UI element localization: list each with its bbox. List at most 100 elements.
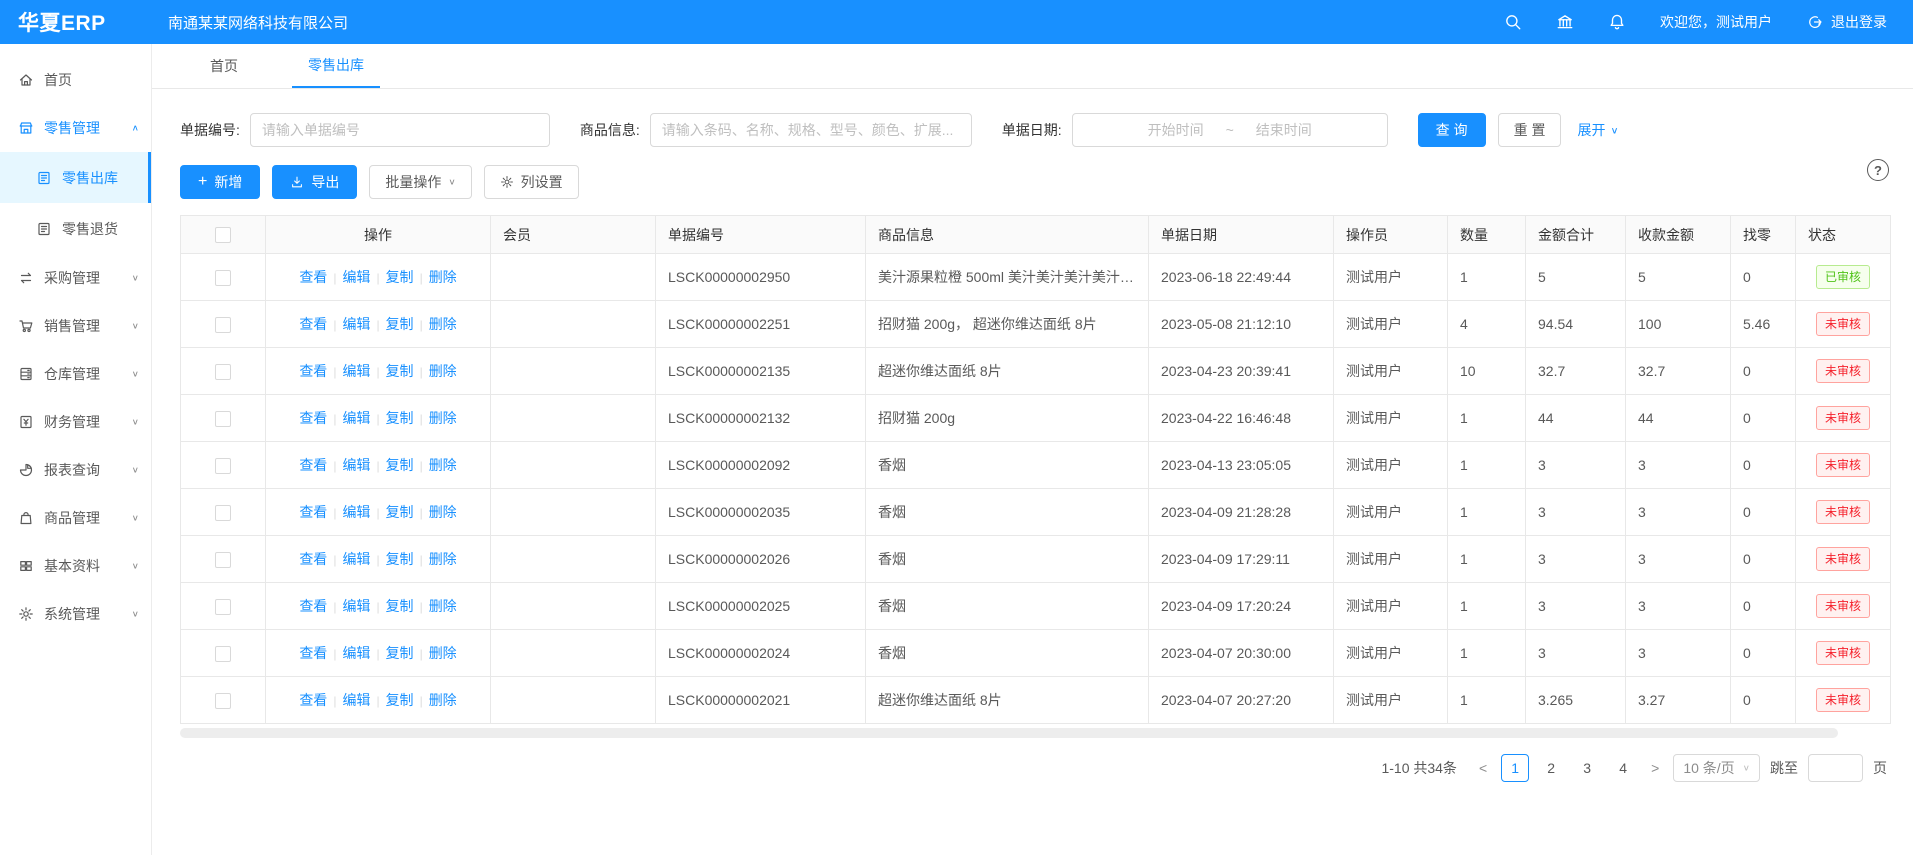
jump-page-input[interactable] xyxy=(1808,754,1863,782)
edit-link[interactable]: 编辑 xyxy=(342,363,370,379)
sidebar-item-finance-management[interactable]: 财务管理 ∨ xyxy=(0,398,151,446)
scrollbar-thumb[interactable] xyxy=(180,728,1838,738)
copy-link[interactable]: 复制 xyxy=(386,504,414,520)
row-checkbox[interactable] xyxy=(215,693,231,709)
delete-link[interactable]: 删除 xyxy=(429,363,457,379)
row-checkbox[interactable] xyxy=(215,364,231,380)
search-icon[interactable] xyxy=(1504,13,1522,31)
view-link[interactable]: 查看 xyxy=(299,598,327,614)
bill-no-input[interactable] xyxy=(250,113,550,147)
sidebar-item-base-data[interactable]: 基本资料 ∨ xyxy=(0,542,151,590)
view-link[interactable]: 查看 xyxy=(299,316,327,332)
select-all-checkbox[interactable] xyxy=(215,227,231,243)
edit-link[interactable]: 编辑 xyxy=(342,645,370,661)
edit-link[interactable]: 编辑 xyxy=(342,457,370,473)
copy-link[interactable]: 复制 xyxy=(386,316,414,332)
view-link[interactable]: 查看 xyxy=(299,504,327,520)
member-cell xyxy=(491,489,656,536)
edit-link[interactable]: 编辑 xyxy=(342,410,370,426)
view-link[interactable]: 查看 xyxy=(299,457,327,473)
view-link[interactable]: 查看 xyxy=(299,269,327,285)
logout-button[interactable]: 退出登录 xyxy=(1806,12,1887,32)
copy-link[interactable]: 复制 xyxy=(386,645,414,661)
product-info-input[interactable] xyxy=(650,113,972,147)
sidebar-item-home[interactable]: 首页 xyxy=(0,56,151,104)
member-cell xyxy=(491,348,656,395)
search-button[interactable]: 查 询 xyxy=(1418,113,1486,147)
row-checkbox[interactable] xyxy=(215,505,231,521)
edit-link[interactable]: 编辑 xyxy=(342,269,370,285)
delete-link[interactable]: 删除 xyxy=(429,551,457,567)
edit-link[interactable]: 编辑 xyxy=(342,551,370,567)
reset-button[interactable]: 重 置 xyxy=(1498,113,1562,147)
view-link[interactable]: 查看 xyxy=(299,410,327,426)
view-link[interactable]: 查看 xyxy=(299,645,327,661)
company-name: 南通某某网络科技有限公司 xyxy=(168,12,348,33)
sidebar: 首页 零售管理 ∧ 零售出库 零售退货 采购管理 ∨ xyxy=(0,44,152,855)
copy-link[interactable]: 复制 xyxy=(386,551,414,567)
edit-link[interactable]: 编辑 xyxy=(342,504,370,520)
sidebar-item-purchase-management[interactable]: 采购管理 ∨ xyxy=(0,254,151,302)
help-icon[interactable]: ? xyxy=(1867,159,1889,181)
delete-link[interactable]: 删除 xyxy=(429,504,457,520)
page-button-1[interactable]: 1 xyxy=(1501,754,1529,782)
horizontal-scrollbar[interactable] xyxy=(180,728,1889,738)
delete-link[interactable]: 删除 xyxy=(429,457,457,473)
page-button-2[interactable]: 2 xyxy=(1537,754,1565,782)
prev-page-button[interactable]: < xyxy=(1475,760,1491,776)
sidebar-item-retail-management[interactable]: 零售管理 ∧ xyxy=(0,104,151,152)
row-checkbox[interactable] xyxy=(215,317,231,333)
column-settings-button[interactable]: 列设置 xyxy=(484,165,579,199)
delete-link[interactable]: 删除 xyxy=(429,645,457,661)
sidebar-item-system-management[interactable]: 系统管理 ∨ xyxy=(0,590,151,638)
row-checkbox[interactable] xyxy=(215,599,231,615)
view-link[interactable]: 查看 xyxy=(299,363,327,379)
sidebar-item-retail-outbound[interactable]: 零售出库 xyxy=(0,152,151,203)
action-separator: | xyxy=(376,647,379,661)
sidebar-item-product-management[interactable]: 商品管理 ∨ xyxy=(0,494,151,542)
product-text: 超迷你维达面纸 8片 xyxy=(878,690,1136,710)
action-separator: | xyxy=(376,694,379,708)
sidebar-item-warehouse-management[interactable]: 仓库管理 ∨ xyxy=(0,350,151,398)
tab-retail-outbound[interactable]: 零售出库 xyxy=(292,44,380,88)
copy-link[interactable]: 复制 xyxy=(386,457,414,473)
sidebar-item-sales-management[interactable]: 销售管理 ∨ xyxy=(0,302,151,350)
delete-link[interactable]: 删除 xyxy=(429,410,457,426)
page-button-3[interactable]: 3 xyxy=(1573,754,1601,782)
next-page-button[interactable]: > xyxy=(1647,760,1663,776)
batch-actions-button[interactable]: 批量操作 ∨ xyxy=(369,165,471,199)
page-size-select[interactable]: 10 条/页 ∨ xyxy=(1673,754,1760,782)
sidebar-item-report-query[interactable]: 报表查询 ∨ xyxy=(0,446,151,494)
delete-link[interactable]: 删除 xyxy=(429,316,457,332)
export-button[interactable]: 导出 xyxy=(272,165,357,199)
copy-link[interactable]: 复制 xyxy=(386,269,414,285)
date-range-picker[interactable]: 开始时间 ~ 结束时间 xyxy=(1072,113,1388,147)
expand-link[interactable]: 展开 ∨ xyxy=(1577,120,1618,140)
col-header-bill-no: 单据编号 xyxy=(656,216,866,254)
copy-link[interactable]: 复制 xyxy=(386,410,414,426)
row-checkbox[interactable] xyxy=(215,411,231,427)
row-checkbox[interactable] xyxy=(215,270,231,286)
row-checkbox[interactable] xyxy=(215,646,231,662)
edit-link[interactable]: 编辑 xyxy=(342,692,370,708)
copy-link[interactable]: 复制 xyxy=(386,692,414,708)
sidebar-item-retail-return[interactable]: 零售退货 xyxy=(0,203,151,254)
view-link[interactable]: 查看 xyxy=(299,551,327,567)
delete-link[interactable]: 删除 xyxy=(429,598,457,614)
view-link[interactable]: 查看 xyxy=(299,692,327,708)
col-header-change: 找零 xyxy=(1731,216,1796,254)
tab-home[interactable]: 首页 xyxy=(194,44,254,88)
bank-icon[interactable] xyxy=(1556,13,1574,31)
delete-link[interactable]: 删除 xyxy=(429,692,457,708)
edit-link[interactable]: 编辑 xyxy=(342,598,370,614)
row-checkbox[interactable] xyxy=(215,552,231,568)
copy-link[interactable]: 复制 xyxy=(386,598,414,614)
row-checkbox[interactable] xyxy=(215,458,231,474)
edit-link[interactable]: 编辑 xyxy=(342,316,370,332)
action-separator: | xyxy=(420,553,423,567)
add-button[interactable]: + 新增 xyxy=(180,165,260,199)
copy-link[interactable]: 复制 xyxy=(386,363,414,379)
page-button-4[interactable]: 4 xyxy=(1609,754,1637,782)
bell-icon[interactable] xyxy=(1608,13,1626,31)
delete-link[interactable]: 删除 xyxy=(429,269,457,285)
